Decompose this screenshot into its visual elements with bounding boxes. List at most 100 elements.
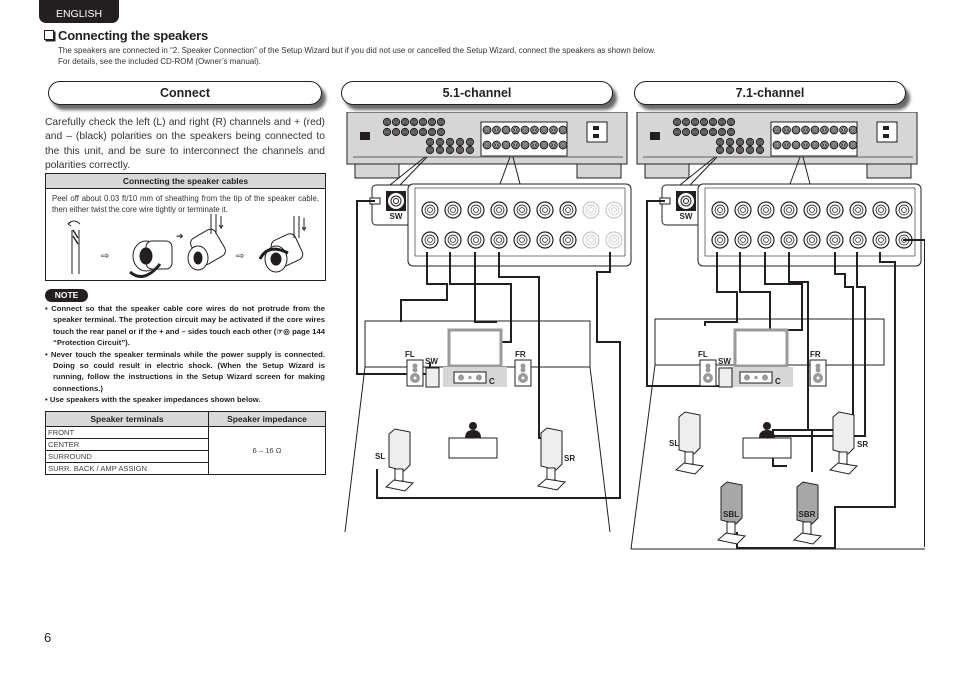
speaker-terminal-icon [559,201,577,219]
speaker-terminal-icon [536,201,554,219]
header-speaker-impedance: Speaker impedance [208,411,326,427]
table-header-row: Speaker terminals Speaker impedance [45,411,326,427]
receiver-foot [866,163,912,179]
speaker-terminal-icon [711,201,729,219]
speaker-terminal-icon [444,231,462,249]
page-number: 6 [44,630,52,645]
speaker-terminal-icon [872,231,890,249]
terminal-cell: SURR. BACK / AMP ASSIGN [45,462,209,475]
table-row: FRONT 6 – 16 Ω [45,426,326,475]
speaker-terminal-icon [780,201,798,219]
section-title-text: Connecting the speakers [58,28,208,43]
speaker-wire [903,239,925,547]
label-fl: FL [698,350,708,359]
speaker-terminal-icon [803,231,821,249]
ethernet-port-icon [650,132,660,140]
speaker-terminal-icon [757,201,775,219]
terminal-loosen-icon [129,240,173,278]
speaker-terminal-icon [734,231,752,249]
ac-inlet-icon [586,121,608,143]
speaker-terminal-icon [513,231,531,249]
speaker-terminal-icon [467,231,485,249]
speaker-terminal-icon [872,201,890,219]
speaker-terminal-icon [421,231,439,249]
receiver-foot [354,163,400,179]
step-arrow-icon: ⇨ [236,251,244,262]
speaker-terminal-icon [803,201,821,219]
sofa-icon [742,437,792,459]
connect-heading: Connect [48,81,322,105]
intro-line-1: The speakers are connected in “2. Speake… [58,46,656,55]
header-speaker-terminals: Speaker terminals [45,411,209,427]
cable-prep-text: Peel off about 0.03 ft/10 mm of sheathin… [52,194,319,214]
listener-icon [763,422,771,430]
subwoofer [425,367,440,388]
speaker-terminal-icon [734,201,752,219]
checkbox-square-icon [44,30,54,40]
notes-list: Connect so that the speaker cable core w… [45,303,325,406]
label-sbl: SBL [723,510,739,519]
label-sbr: SBR [799,510,816,519]
step-arrow-icon: ⇨ [101,251,109,262]
speaker-wire [498,252,555,439]
heading-7-1-channel: 7.1-channel [634,81,906,105]
note-item: Use speakers with the speaker impedances… [45,394,325,405]
speaker-terminal-icon [757,231,775,249]
speaker-terminal-icon [849,201,867,219]
room-layout: C FL FR SW SL SR SBL SBR [630,318,925,550]
surround-left-speaker [678,411,701,455]
impedance-cell: 6 – 16 Ω [208,426,326,475]
cable-prep-title: Connecting the speaker cables [46,174,325,189]
speaker-terminal-icon [490,201,508,219]
receiver-foot [644,163,690,179]
speaker-terminal-icon [711,231,729,249]
label-sl: SL [375,452,385,461]
speaker-terminal-icon [559,231,577,249]
listener-icon [469,422,477,430]
subwoofer [718,367,733,388]
label-sr: SR [857,440,868,449]
note-item: Never touch the speaker terminals while … [45,349,325,395]
intro-line-2: For details, see the included CD-ROM (Ow… [58,57,261,66]
insert-arrow-icon: ➔ [176,231,184,241]
note-item: Connect so that the speaker cable core w… [45,303,325,349]
sofa-icon [448,437,498,459]
terminal-cell: CENTER [45,438,209,451]
sw-jack-label: SW [390,212,403,221]
diagram-7-1-channel: SW C FL FR SW SL SR SBL SBR [630,112,925,550]
speaker-terminal-icon [826,231,844,249]
speaker-terminal-icon [605,231,623,249]
label-sw: SW [718,357,731,366]
room-layout: C FL FR SW SL SR [344,320,611,533]
heading-5-1-channel: 5.1-channel [341,81,613,105]
surround-right-speaker [540,427,563,471]
ethernet-port-icon [360,132,370,140]
speaker-terminal-icon [467,201,485,219]
terminal-cell: SURROUND [45,450,209,463]
speaker-terminal-icon [421,201,439,219]
speaker-terminal-icon [582,201,600,219]
tv-icon [733,328,789,368]
terminal-insert-icon [187,214,226,271]
speaker-terminal-icon [605,201,623,219]
language-tab: ENGLISH [39,0,119,23]
label-sw: SW [425,357,438,366]
section-intro: The speakers are connected in “2. Speake… [58,45,656,67]
connect-instructions: Carefully check the left (L) and right (… [45,117,325,172]
label-c: C [775,377,781,386]
impedance-table: Speaker terminals Speaker impedance FRON… [45,411,326,475]
speaker-terminal-icon [826,201,844,219]
cable-wire-icon [71,229,80,274]
label-sl: SL [669,439,679,448]
speaker-terminal-icon [490,231,508,249]
label-fl: FL [405,350,415,359]
cable-prep-box: Connecting the speaker cables Peel off a… [45,173,326,281]
receiver-rear-panel [636,112,918,179]
receiver-rear-panel [346,112,628,179]
speaker-terminal-icon [444,201,462,219]
surround-right-speaker [832,411,855,455]
diagram-5-1-channel: SW C FL FR SW SL SR [344,112,632,533]
note-badge: NOTE [45,289,88,302]
section-title: Connecting the speakers [44,28,208,43]
label-fr: FR [515,350,526,359]
